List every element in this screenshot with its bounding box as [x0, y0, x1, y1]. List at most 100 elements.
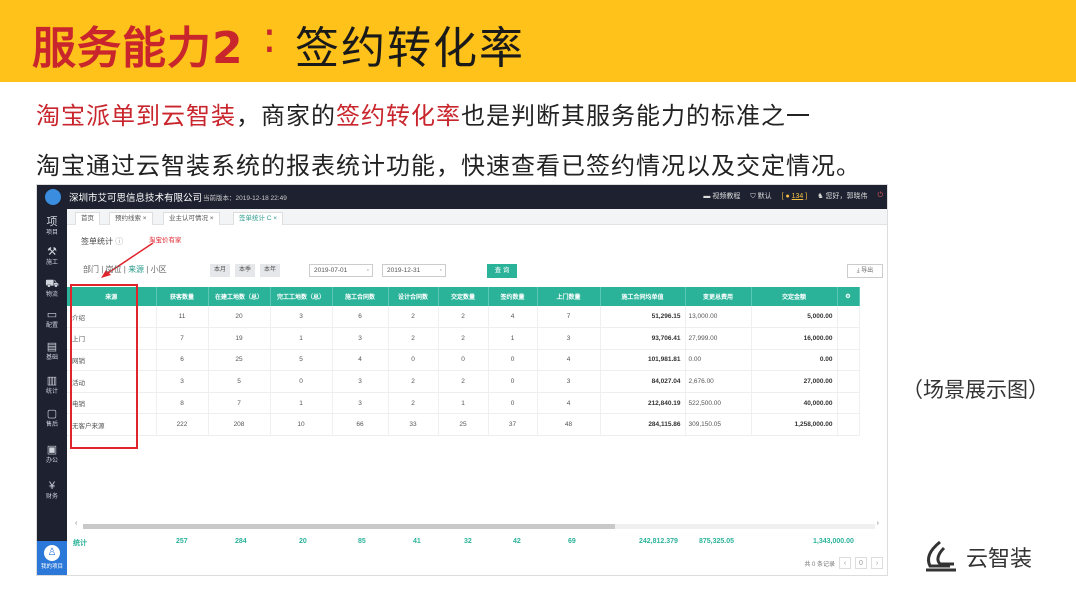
- date-from-input[interactable]: 2019-07-01 ▫: [309, 264, 373, 277]
- table-row[interactable]: 活动 3 5 0 3 2 2 0 3 84,027.04 2,676.00 27,000.00: [67, 370, 860, 393]
- nav-item-construction[interactable]: ⚒ 施工: [37, 243, 67, 271]
- prev-page-button[interactable]: ‹: [839, 557, 851, 569]
- group-by-department[interactable]: 部门: [83, 265, 99, 274]
- column-header[interactable]: 变更总费用: [685, 287, 752, 306]
- table-cell: 3: [270, 306, 333, 329]
- table-cell: 0: [270, 370, 333, 393]
- table-row[interactable]: 介绍 11 20 3 6 2 2 4 7 51,296.15 13,000.00 5,000.00: [67, 306, 860, 329]
- table-row[interactable]: 网销 6 25 5 4 0 0 0 4 101,981.81 0.00 0.00: [67, 349, 860, 372]
- horizontal-scrollbar[interactable]: ‹ ›: [75, 520, 879, 530]
- table-cell: 3: [332, 327, 389, 350]
- nav-label: 物流: [45, 292, 58, 298]
- slide-title-colon: :: [262, 12, 277, 63]
- column-header[interactable]: 签约数量: [488, 287, 538, 306]
- column-header[interactable]: 上门数量: [537, 287, 601, 306]
- nav-item-basics[interactable]: ▤ 基础: [37, 338, 67, 366]
- table-cell: 2: [388, 327, 439, 350]
- table-cell: 0: [488, 349, 538, 372]
- nav-item-project[interactable]: 项项目: [37, 213, 67, 241]
- user-greeting[interactable]: ♞ 您好，郭晓伟: [817, 191, 867, 201]
- table-cell: 0: [488, 370, 538, 393]
- app-topbar: 深圳市艾可思信息技术有限公司 当前版本：2019-12-18 22:49 ▬ 视…: [37, 185, 887, 209]
- column-header[interactable]: 交定数量: [438, 287, 489, 306]
- table-cell: [837, 306, 860, 329]
- group-by-tabs: 部门 | 岗位 | 来源 | 小区: [83, 265, 167, 274]
- column-header[interactable]: 获客数量: [156, 287, 209, 306]
- table-cell: 48: [537, 413, 601, 437]
- group-by-community[interactable]: 小区: [151, 265, 167, 274]
- scroll-right-icon[interactable]: ›: [877, 520, 879, 527]
- table-cell: 0.00: [685, 349, 752, 372]
- tab-signing-stats[interactable]: 签单统计 C ×: [233, 212, 284, 225]
- column-header[interactable]: 设计合同数: [388, 287, 439, 306]
- tab-leads[interactable]: 预约线索 ×: [109, 212, 153, 225]
- scroll-thumb[interactable]: [83, 524, 615, 529]
- table-cell: 27,000.00: [751, 370, 838, 393]
- intro-text-a: ，商家的: [236, 102, 336, 130]
- this-month-button[interactable]: 本月: [210, 264, 230, 277]
- column-header[interactable]: 交定金额: [751, 287, 838, 306]
- brand-logo: 云智装: [920, 540, 1032, 574]
- table-cell: 212,840.19: [600, 392, 686, 415]
- table-row[interactable]: 电销 8 7 1 3 2 1 0 4 212,840.19 522,500.00 40,000.00: [67, 392, 860, 415]
- total-value: 284: [235, 538, 247, 545]
- table-cell: 7: [208, 392, 271, 415]
- default-switch[interactable]: ⛉ 默认: [750, 191, 771, 201]
- intro-highlight-a: 淘宝派单到云智装: [36, 102, 236, 130]
- nav-basics-icon: ▤: [46, 341, 58, 353]
- current-page[interactable]: 0: [855, 557, 867, 569]
- nav-my-project[interactable]: ♙ 我的项目: [37, 541, 67, 575]
- company-name: 深圳市艾可思信息技术有限公司: [69, 193, 203, 204]
- nav-label: 售后: [45, 422, 58, 428]
- slide-title-bar: 服务能力2 : 签约转化率: [0, 0, 1076, 82]
- next-page-button[interactable]: ›: [871, 557, 883, 569]
- nav-office-icon: ▣: [46, 444, 58, 456]
- nav-item-statistics[interactable]: ▥ 统计: [37, 372, 67, 400]
- table-cell: 4: [488, 306, 538, 329]
- nav-item-office[interactable]: ▣ 办公: [37, 441, 67, 469]
- column-header[interactable]: 施工合同均单值: [600, 287, 686, 306]
- slide-title-main: 服务能力2: [32, 23, 244, 74]
- table-cell: 3: [537, 370, 601, 393]
- power-icon[interactable]: ⏻: [877, 192, 883, 200]
- group-by-source[interactable]: 来源: [128, 265, 144, 274]
- table-cell: 11: [156, 306, 209, 329]
- tab-home[interactable]: 首页: [75, 212, 100, 225]
- table-cell: 37: [488, 413, 538, 437]
- nav-item-aftersales[interactable]: ▢ 售后: [37, 405, 67, 433]
- total-value: 42: [513, 538, 521, 545]
- signing-stats-table: 来源 获客数量 在建工地数（总） 完工工地数（总） 施工合同数 设计合同数 交定…: [67, 287, 860, 437]
- table-cell: 3: [156, 370, 209, 393]
- table-row[interactable]: 无客户来源 222 208 10 66 33 25 37 48 284,115.86 309,150…: [67, 413, 860, 437]
- table-cell: 6: [156, 349, 209, 372]
- nav-item-logistics[interactable]: ⛟ 物流: [37, 275, 67, 303]
- nav-item-config[interactable]: ▭ 配置: [37, 306, 67, 334]
- intro-text-b: 也是判断其服务能力的标准之一: [461, 102, 811, 130]
- scene-caption: （场景展示图）: [902, 378, 1049, 402]
- greeting-label: 您好，郭晓伟: [825, 193, 868, 200]
- group-by-position[interactable]: 岗位: [106, 265, 122, 274]
- nav-label: 施工: [45, 260, 58, 266]
- brand-mark-icon: [926, 540, 956, 572]
- this-year-button[interactable]: 本年: [260, 264, 280, 277]
- nav-finance-icon: ¥: [48, 480, 56, 492]
- table-cell: 3: [332, 392, 389, 415]
- table-cell: 309,150.05: [685, 413, 752, 437]
- table-cell: 2: [388, 370, 439, 393]
- this-quarter-button[interactable]: 本季: [235, 264, 255, 277]
- tab-owner-approval[interactable]: 业主认可情况 ×: [163, 212, 220, 225]
- column-header[interactable]: 在建工地数（总）: [208, 287, 271, 306]
- column-settings-icon[interactable]: ⚙: [837, 287, 860, 306]
- export-button[interactable]: ⤓ 导出: [847, 264, 883, 278]
- video-tutorial-link[interactable]: ▬ 视频教程: [703, 191, 740, 201]
- column-header[interactable]: 完工工地数（总）: [270, 287, 333, 306]
- date-to-input[interactable]: 2019-12-31 ▫: [382, 264, 446, 277]
- nav-item-finance[interactable]: ¥ 财务: [37, 477, 67, 505]
- table-row[interactable]: 上门 7 19 1 3 2 2 1 3 93,706.41 27,999.00 16,000.00: [67, 327, 860, 350]
- scroll-left-icon[interactable]: ‹: [75, 520, 77, 527]
- column-header[interactable]: 施工合同数: [332, 287, 389, 306]
- query-button[interactable]: 查 询: [487, 264, 517, 278]
- total-value: 32: [464, 538, 472, 545]
- table-cell: 7: [537, 306, 601, 329]
- coin-balance[interactable]: [ ● 134 ]: [782, 193, 808, 200]
